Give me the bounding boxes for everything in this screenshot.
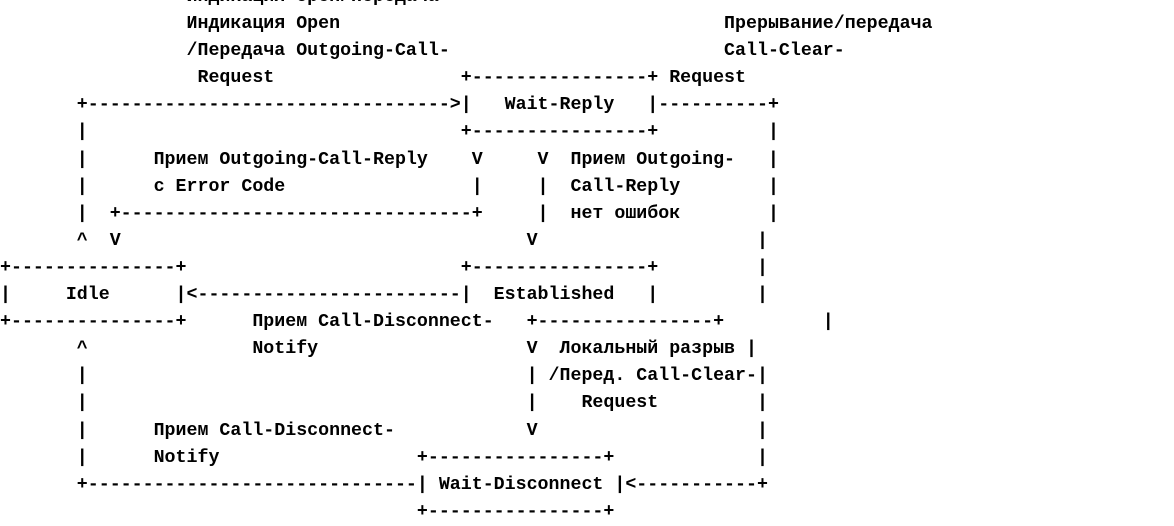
diagram-line-12: +---------------+ Прием Call-Disconnect-… [0, 312, 834, 333]
diagram-line-1: Индикация Open Прерывание/передача [0, 14, 933, 35]
diagram-line-19: +----------------+ [0, 501, 615, 522]
diagram-line-9: ^ V V | [0, 230, 768, 251]
diagram-line-6: | Прием Outgoing-Call-Reply V V Прием Ou… [0, 149, 779, 170]
diagram-line-16: | Прием Call-Disconnect- V | [0, 420, 768, 441]
diagram-line-18: +------------------------------| Wait-Di… [0, 474, 768, 495]
diagram-line-13: ^ Notify V Локальный разрыв | [0, 339, 757, 360]
diagram-line-3: Request +----------------+ Request [0, 68, 746, 89]
diagram-line-7: | с Error Code | | Call-Reply | [0, 176, 779, 197]
diagram-line-17: | Notify +----------------+ | [0, 447, 768, 468]
diagram-line-2: /Передача Outgoing-Call- Call-Clear- [0, 41, 845, 62]
diagram-line-10: +---------------+ +----------------+ | [0, 257, 768, 278]
diagram-line-15: | | Request | [0, 393, 768, 414]
diagram-line-14: | | /Перед. Call-Clear-| [0, 366, 768, 387]
diagram-line-4: +--------------------------------->| Wai… [0, 95, 779, 116]
diagram-line-8: | +--------------------------------+ | н… [0, 203, 779, 224]
state-diagram: Индикация Open/Передача Индикация Open П… [0, 0, 933, 526]
diagram-line-0: Индикация Open/Передача [0, 0, 933, 11]
diagram-line-5: | +----------------+ | [0, 122, 779, 143]
diagram-line-11: | Idle |<------------------------| Estab… [0, 285, 768, 306]
